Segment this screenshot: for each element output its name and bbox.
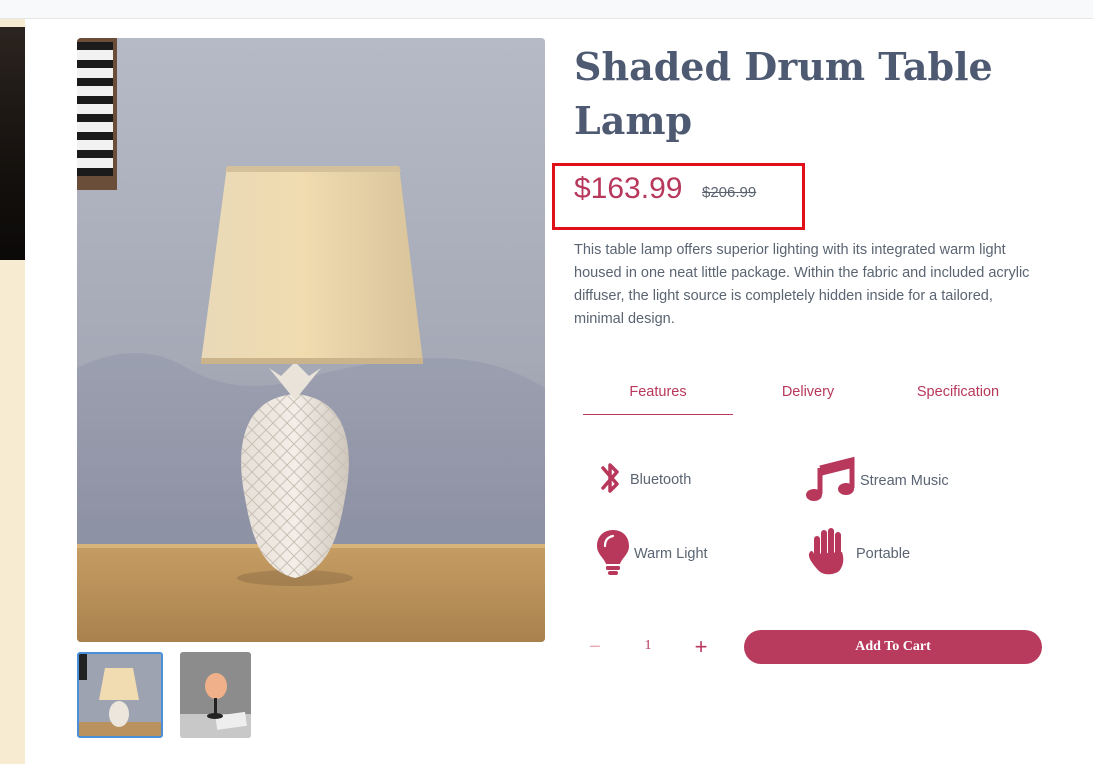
feature-label: Stream Music — [860, 473, 949, 489]
feature-label: Warm Light — [634, 546, 708, 562]
lightbulb-icon — [596, 528, 630, 580]
left-panel-image — [0, 27, 25, 260]
music-icon — [806, 456, 856, 506]
bluetooth-icon — [594, 456, 626, 504]
thumbnail-1[interactable] — [77, 652, 163, 738]
original-price: $206.99 — [702, 184, 757, 201]
quantity-value[interactable]: 1 — [636, 638, 660, 654]
tab-delivery[interactable]: Delivery — [733, 384, 883, 414]
left-panel-edge — [0, 19, 25, 764]
product-description: This table lamp offers superior lighting… — [574, 242, 1030, 327]
tab-specification[interactable]: Specification — [883, 384, 1033, 414]
add-to-cart-button[interactable]: Add To Cart — [744, 630, 1042, 664]
feature-portable: Portable — [806, 528, 910, 580]
hand-icon — [806, 528, 852, 580]
current-price: $163.99 — [574, 172, 683, 205]
top-bar — [0, 0, 1093, 19]
feature-stream-music: Stream Music — [806, 456, 949, 506]
product-main-image — [77, 38, 545, 642]
quantity-increment-button[interactable]: + — [690, 636, 712, 658]
feature-bluetooth: Bluetooth — [594, 456, 691, 504]
tab-features[interactable]: Features — [583, 384, 733, 415]
feature-warm-light: Warm Light — [596, 528, 708, 580]
product-title: Shaded Drum Table Lamp — [574, 44, 993, 143]
feature-label: Bluetooth — [630, 472, 692, 488]
feature-label: Portable — [856, 546, 911, 562]
thumbnail-2[interactable] — [180, 652, 251, 738]
quantity-decrement-button[interactable]: − — [585, 636, 605, 658]
